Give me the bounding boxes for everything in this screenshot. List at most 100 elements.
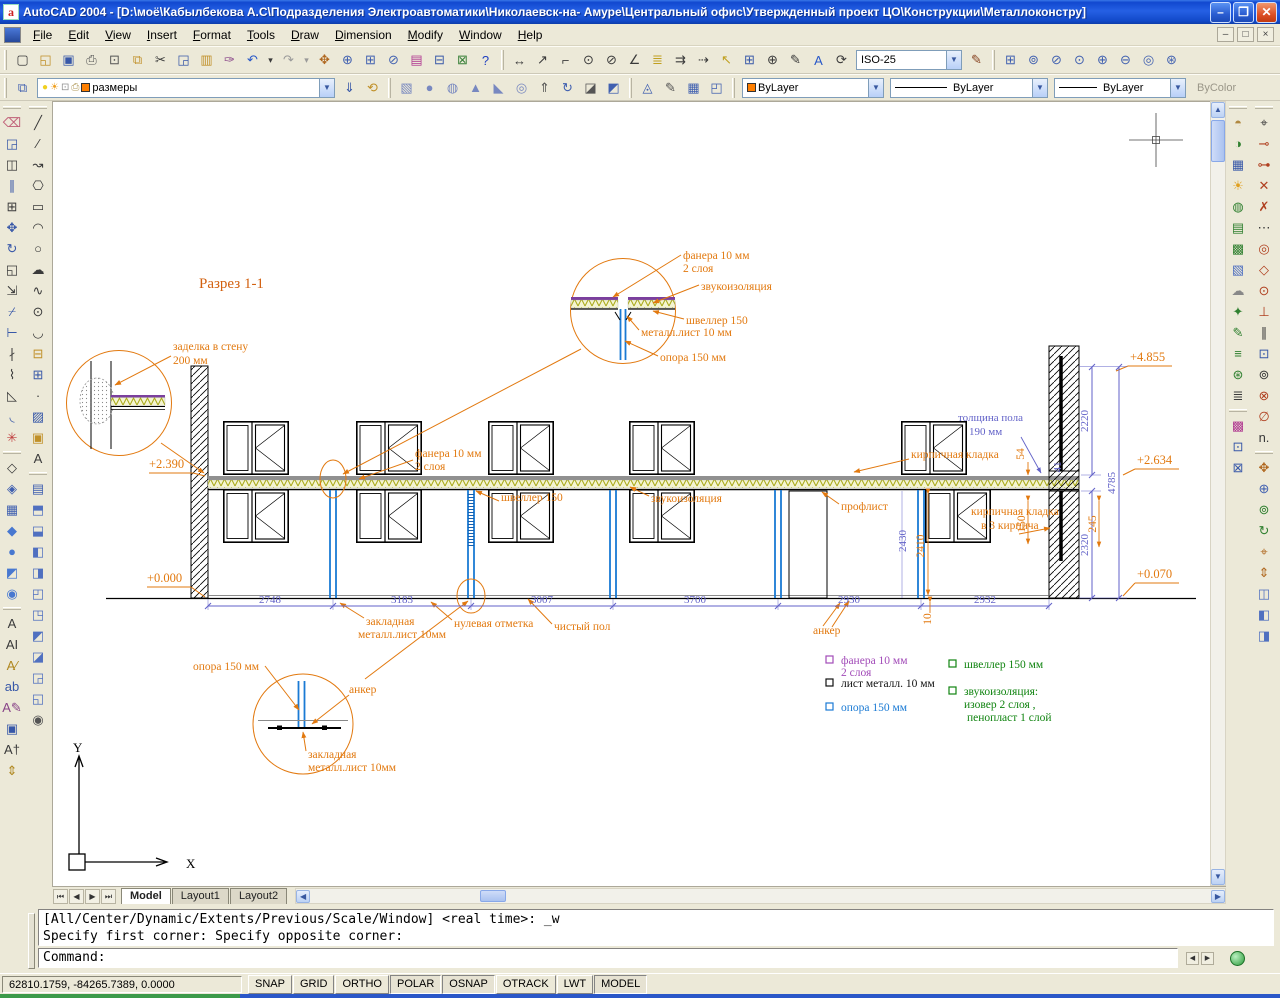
render-window-icon[interactable]: ▩ [1227,415,1249,436]
orbit-distance-icon[interactable]: ⇕ [1253,562,1275,583]
polyline-icon[interactable]: ↝ [27,154,49,175]
se-isometric-icon[interactable]: ◪ [27,646,49,667]
explode-icon[interactable]: ✳ [1,427,23,448]
command-scroll-left-icon[interactable]: ◀ [1186,952,1199,965]
close-button[interactable]: ✕ [1256,2,1277,23]
snap-tangent-icon[interactable]: ⊙ [1253,280,1275,301]
shade-2d-wireframe-icon[interactable]: ◇ [1,457,23,478]
dim-angular-icon[interactable]: ∠ [623,49,646,71]
match-properties-icon[interactable]: ✑ [218,49,241,71]
communication-center-icon[interactable] [1230,951,1245,966]
ne-isometric-icon[interactable]: ◲ [27,667,49,688]
dim-ordinate-icon[interactable]: ⌐ [554,49,577,71]
status-toggle[interactable]: OSNAP [442,975,495,994]
menu-item[interactable]: Format [185,26,239,44]
scroll-right-icon[interactable]: ▶ [1211,890,1225,903]
shade-3d-wireframe-icon[interactable]: ◈ [1,478,23,499]
erase-icon[interactable]: ⌫ [1,112,23,133]
solid-wedge-icon[interactable]: ◣ [487,77,510,99]
right-view-icon[interactable]: ◨ [27,562,49,583]
status-toggle[interactable]: LWT [557,975,593,994]
mdi-close-button[interactable]: × [1257,27,1274,42]
layout-tab[interactable]: Model [121,888,171,904]
edit-text-icon[interactable]: A⁄ [1,655,23,676]
solid-slice-icon[interactable]: ◪ [579,77,602,99]
snap-endpoint-icon[interactable]: ⊸ [1253,133,1275,154]
new-icon[interactable]: ▢ [11,49,34,71]
layout-tab[interactable]: Layout2 [230,888,287,904]
restore-button[interactable]: ❐ [1233,2,1254,23]
paste-icon[interactable]: ▥ [195,49,218,71]
snap-quadrant-icon[interactable]: ◇ [1253,259,1275,280]
menu-item[interactable]: Modify [400,26,451,44]
snap-intersection-icon[interactable]: ✕ [1253,175,1275,196]
move-icon[interactable]: ✥ [1,217,23,238]
replay-image-icon[interactable]: ⊡ [1227,436,1249,457]
undo-icon[interactable]: ↶ [241,49,264,71]
draw-text-icon[interactable]: A [27,448,49,469]
zoom-center-icon[interactable]: ⊙ [1068,49,1091,71]
scale-icon[interactable]: ◱ [1,259,23,280]
save-image-icon[interactable]: ⊠ [1227,457,1249,478]
snap-midpoint-icon[interactable]: ⊶ [1253,154,1275,175]
menu-item[interactable]: Draw [283,26,327,44]
orbit-zoom-icon[interactable]: ⊕ [1253,478,1275,499]
zoom-scale-icon[interactable]: ⊘ [1045,49,1068,71]
tab-last-button[interactable]: ⏭ [101,889,116,904]
multiline-text-icon[interactable]: A [1,613,23,634]
quick-dimension-icon[interactable]: ≣ [646,49,669,71]
properties-icon[interactable]: ⊟ [428,49,451,71]
named-views-icon[interactable]: ▤ [27,478,49,499]
chevron-down-icon[interactable]: ▼ [1032,79,1047,97]
arc-icon[interactable]: ◠ [27,217,49,238]
scroll-down-icon[interactable]: ▼ [1211,869,1225,885]
camera-icon[interactable]: ◉ [27,709,49,730]
text-style-icon[interactable]: A✎ [1,697,23,718]
zoom-all-icon[interactable]: ◎ [1137,49,1160,71]
text-frame-icon[interactable]: ▣ [1,718,23,739]
dim-continue-icon[interactable]: ⇢ [692,49,715,71]
hatch-icon[interactable]: ▨ [27,406,49,427]
menu-item[interactable]: View [97,26,139,44]
render-preferences-icon[interactable]: ⊛ [1227,364,1249,385]
zoom-previous-icon[interactable]: ⊘ [382,49,405,71]
shade-flat-edges-icon[interactable]: ◩ [1,562,23,583]
save-icon[interactable]: ▣ [57,49,80,71]
dim-baseline-icon[interactable]: ⇉ [669,49,692,71]
horizontal-scrollbar[interactable]: ◀ ▶ [295,888,1226,904]
dim-edit-icon[interactable]: ✎ [784,49,807,71]
solid-torus-icon[interactable]: ◎ [510,77,533,99]
polygon-icon[interactable]: ⎔ [27,175,49,196]
open-icon[interactable]: ◱ [34,49,57,71]
chevron-down-icon[interactable]: ▼ [946,51,961,69]
shade-gouraud-icon[interactable]: ● [1,541,23,562]
quick-leader-icon[interactable]: ↖ [715,49,738,71]
solid-box-icon[interactable]: ▧ [395,77,418,99]
sw-isometric-icon[interactable]: ◩ [27,625,49,646]
fog-icon[interactable]: ☁ [1227,280,1249,301]
back-view-icon[interactable]: ◳ [27,604,49,625]
minimize-button[interactable]: – [1210,2,1231,23]
hide-icon[interactable]: ◓ [1227,112,1249,133]
ellipse-icon[interactable]: ⊙ [27,301,49,322]
osnap-settings-icon[interactable]: n. [1253,427,1275,448]
command-window-grip[interactable] [28,913,35,969]
clip-planes-icon[interactable]: ◫ [1253,583,1275,604]
extend-icon[interactable]: ⊢ [1,322,23,343]
cut-icon[interactable]: ✂ [149,49,172,71]
dim-style-icon[interactable]: ✎ [965,49,988,71]
menu-item[interactable]: Tools [239,26,283,44]
convert-text-icon[interactable]: A† [1,739,23,760]
solid-cone-icon[interactable]: ▲ [464,77,487,99]
horizontal-scroll-thumb[interactable] [480,890,506,902]
scroll-left-icon[interactable]: ◀ [296,890,310,903]
statistics-icon[interactable]: ≣ [1227,385,1249,406]
dim-linear-icon[interactable]: ↔ [508,49,531,71]
setup-view-icon[interactable]: ▦ [682,77,705,99]
landscape-library-icon[interactable]: ≡ [1227,343,1249,364]
tolerance-icon[interactable]: ⊞ [738,49,761,71]
single-line-text-icon[interactable]: AI [1,634,23,655]
array-icon[interactable]: ⊞ [1,196,23,217]
zoom-dynamic-icon[interactable]: ⊚ [1022,49,1045,71]
ellipse-arc-icon[interactable]: ◡ [27,322,49,343]
